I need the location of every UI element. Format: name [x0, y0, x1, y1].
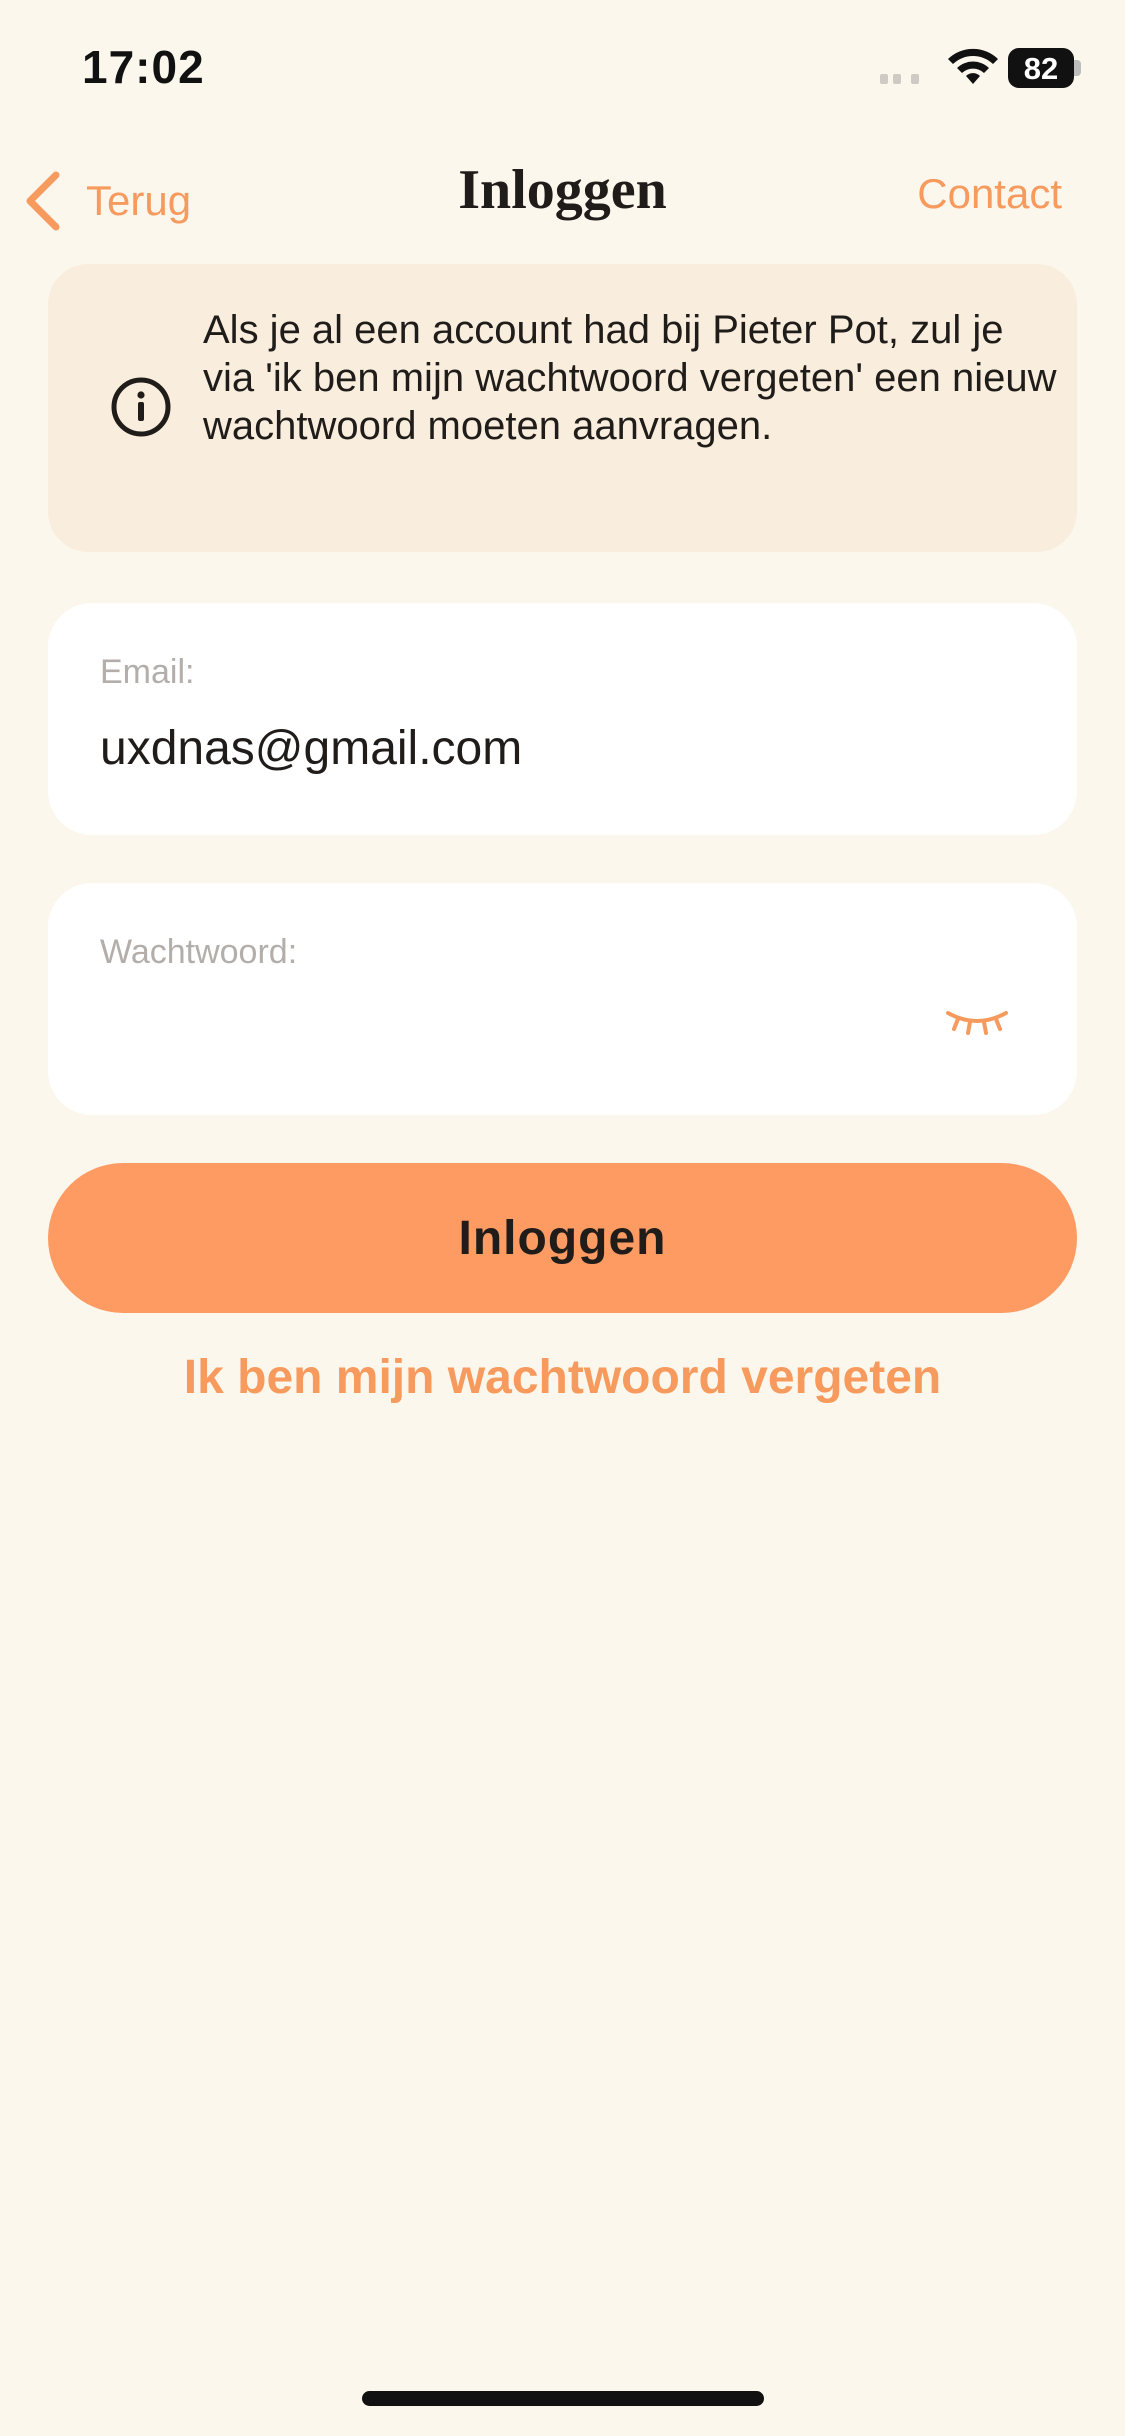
info-icon — [111, 377, 171, 437]
email-input[interactable]: uxdnas@gmail.com — [100, 721, 1000, 776]
password-input[interactable] — [100, 995, 940, 1055]
status-time: 17:02 — [82, 41, 205, 93]
battery-icon: 82 — [1008, 48, 1081, 88]
email-field[interactable]: Email: uxdnas@gmail.com — [48, 603, 1077, 835]
cellular-signal-icon — [880, 74, 919, 84]
battery-level: 82 — [1023, 51, 1059, 86]
login-button[interactable]: Inloggen — [48, 1163, 1077, 1313]
battery-cap — [1074, 60, 1081, 76]
eye-closed-icon[interactable] — [944, 1003, 1010, 1043]
status-bar: 17:02 82 — [0, 0, 1125, 140]
forgot-password-link[interactable]: Ik ben mijn wachtwoord vergeten — [0, 1350, 1125, 1405]
login-button-label: Inloggen — [458, 1211, 667, 1265]
info-banner-text: Als je al een account had bij Pieter Pot… — [203, 308, 1057, 448]
password-field[interactable]: Wachtwoord: — [48, 883, 1077, 1115]
home-indicator[interactable] — [362, 2391, 764, 2406]
password-label: Wachtwoord: — [100, 933, 298, 971]
nav-bar: Terug Inloggen Contact — [0, 140, 1125, 260]
wifi-icon — [948, 48, 998, 84]
login-screen: 17:02 82 Terug Inloggen Contact Als je a… — [0, 0, 1125, 2436]
email-label: Email: — [100, 653, 195, 691]
contact-button[interactable]: Contact — [917, 170, 1062, 218]
info-banner: Als je al een account had bij Pieter Pot… — [48, 264, 1077, 552]
